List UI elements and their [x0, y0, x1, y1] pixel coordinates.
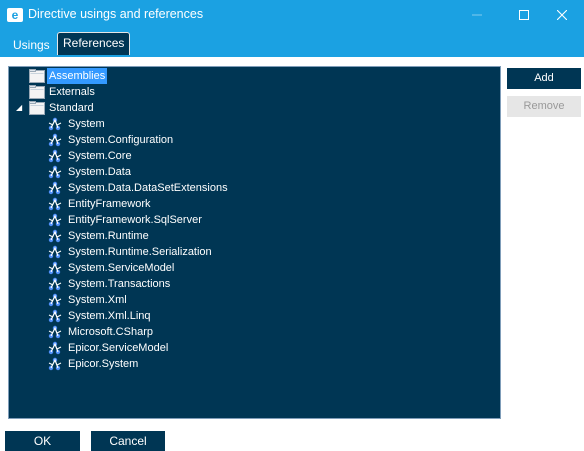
tab-usings[interactable]: Usings [6, 33, 57, 57]
tree-assembly-label: System.Transactions [68, 278, 171, 290]
tree-folder-label: Standard [49, 102, 94, 114]
assembly-icon [47, 196, 63, 212]
window-title: Directive usings and references [28, 7, 204, 21]
tree-assembly-item[interactable]: System.Data.DataSetExtensions [9, 180, 489, 196]
assembly-icon [47, 148, 63, 164]
tree-assembly-item[interactable]: System.Transactions [9, 276, 489, 292]
tree-assembly-item[interactable]: System.Xml [9, 292, 489, 308]
tree-assembly-item[interactable]: Microsoft.CSharp [9, 324, 489, 340]
tree-folder-label: Assemblies [47, 68, 108, 84]
assembly-icon [47, 132, 63, 148]
tree-assembly-item[interactable]: System.Runtime.Serialization [9, 244, 489, 260]
tree-assembly-label: System.ServiceModel [68, 262, 175, 274]
assembly-icon [47, 244, 63, 260]
tree-assembly-item[interactable]: System.Core [9, 148, 489, 164]
maximize-icon [519, 10, 529, 20]
ok-button[interactable]: OK [5, 431, 80, 451]
tree-assembly-label: System.Core [68, 150, 132, 162]
assembly-icon [47, 260, 63, 276]
assembly-icon [47, 292, 63, 308]
tree-assembly-item[interactable]: Epicor.ServiceModel [9, 340, 489, 356]
assembly-icon [47, 164, 63, 180]
remove-button[interactable]: Remove [507, 96, 581, 117]
tab-content-references: Assemblies Externals ◢ Standard System System… [0, 57, 584, 451]
assembly-icon [47, 228, 63, 244]
tree-assembly-label: System [68, 118, 105, 130]
expand-arrow-icon[interactable]: ◢ [16, 100, 24, 116]
tree-folder-standard[interactable]: ◢ Standard [9, 100, 489, 116]
tree-folder-label: Externals [49, 86, 95, 98]
title-bar: e Directive usings and references [0, 0, 584, 30]
tree-assembly-label: Epicor.System [68, 358, 139, 370]
folder-icon [29, 85, 45, 99]
assembly-icon [47, 276, 63, 292]
tab-references[interactable]: References [57, 32, 131, 55]
folder-icon [29, 101, 45, 115]
assembly-icon [47, 180, 63, 196]
tree-assembly-label: EntityFramework.SqlServer [68, 214, 202, 226]
tree-folder-assemblies[interactable]: Assemblies [9, 68, 489, 84]
tree-assembly-item[interactable]: System [9, 116, 489, 132]
folder-icon [29, 69, 45, 83]
tree-assembly-label: System.Xml.Linq [68, 310, 151, 322]
tree-folder-externals[interactable]: Externals [9, 84, 489, 100]
assembly-icon [47, 324, 63, 340]
tree-assembly-label: System.Configuration [68, 134, 174, 146]
close-button[interactable] [540, 0, 584, 30]
tree-assembly-label: System.Runtime [68, 230, 149, 242]
tree-assembly-item[interactable]: System.Data [9, 164, 489, 180]
tree-assembly-item[interactable]: EntityFramework.SqlServer [9, 212, 489, 228]
minimize-icon [472, 14, 482, 16]
assembly-icon [47, 212, 63, 228]
tree-assembly-label: Microsoft.CSharp [68, 326, 153, 338]
tree-assembly-label: System.Data [68, 166, 131, 178]
tree-assembly-label: System.Xml [68, 294, 127, 306]
app-logo-icon: e [7, 8, 23, 22]
minimize-button[interactable] [455, 0, 499, 30]
tree-assembly-item[interactable]: System.Runtime [9, 228, 489, 244]
add-button[interactable]: Add [507, 68, 581, 89]
tree-assembly-label: System.Runtime.Serialization [68, 246, 212, 258]
tab-strip: Usings References [0, 31, 584, 57]
assembly-icon [47, 308, 63, 324]
tree-assembly-label: EntityFramework [68, 198, 151, 210]
tree-assembly-label: System.Data.DataSetExtensions [68, 182, 228, 194]
tree-assembly-item[interactable]: System.Xml.Linq [9, 308, 489, 324]
tree-assembly-item[interactable]: System.Configuration [9, 132, 489, 148]
tree-assembly-item[interactable]: Epicor.System [9, 356, 489, 372]
references-tree[interactable]: Assemblies Externals ◢ Standard System System… [8, 66, 501, 419]
assembly-icon [47, 356, 63, 372]
tree-assembly-item[interactable]: EntityFramework [9, 196, 489, 212]
assembly-icon [47, 340, 63, 356]
cancel-button[interactable]: Cancel [91, 431, 165, 451]
close-icon [557, 10, 567, 20]
tree-assembly-label: Epicor.ServiceModel [68, 342, 169, 354]
assembly-icon [47, 116, 63, 132]
tree-assembly-item[interactable]: System.ServiceModel [9, 260, 489, 276]
